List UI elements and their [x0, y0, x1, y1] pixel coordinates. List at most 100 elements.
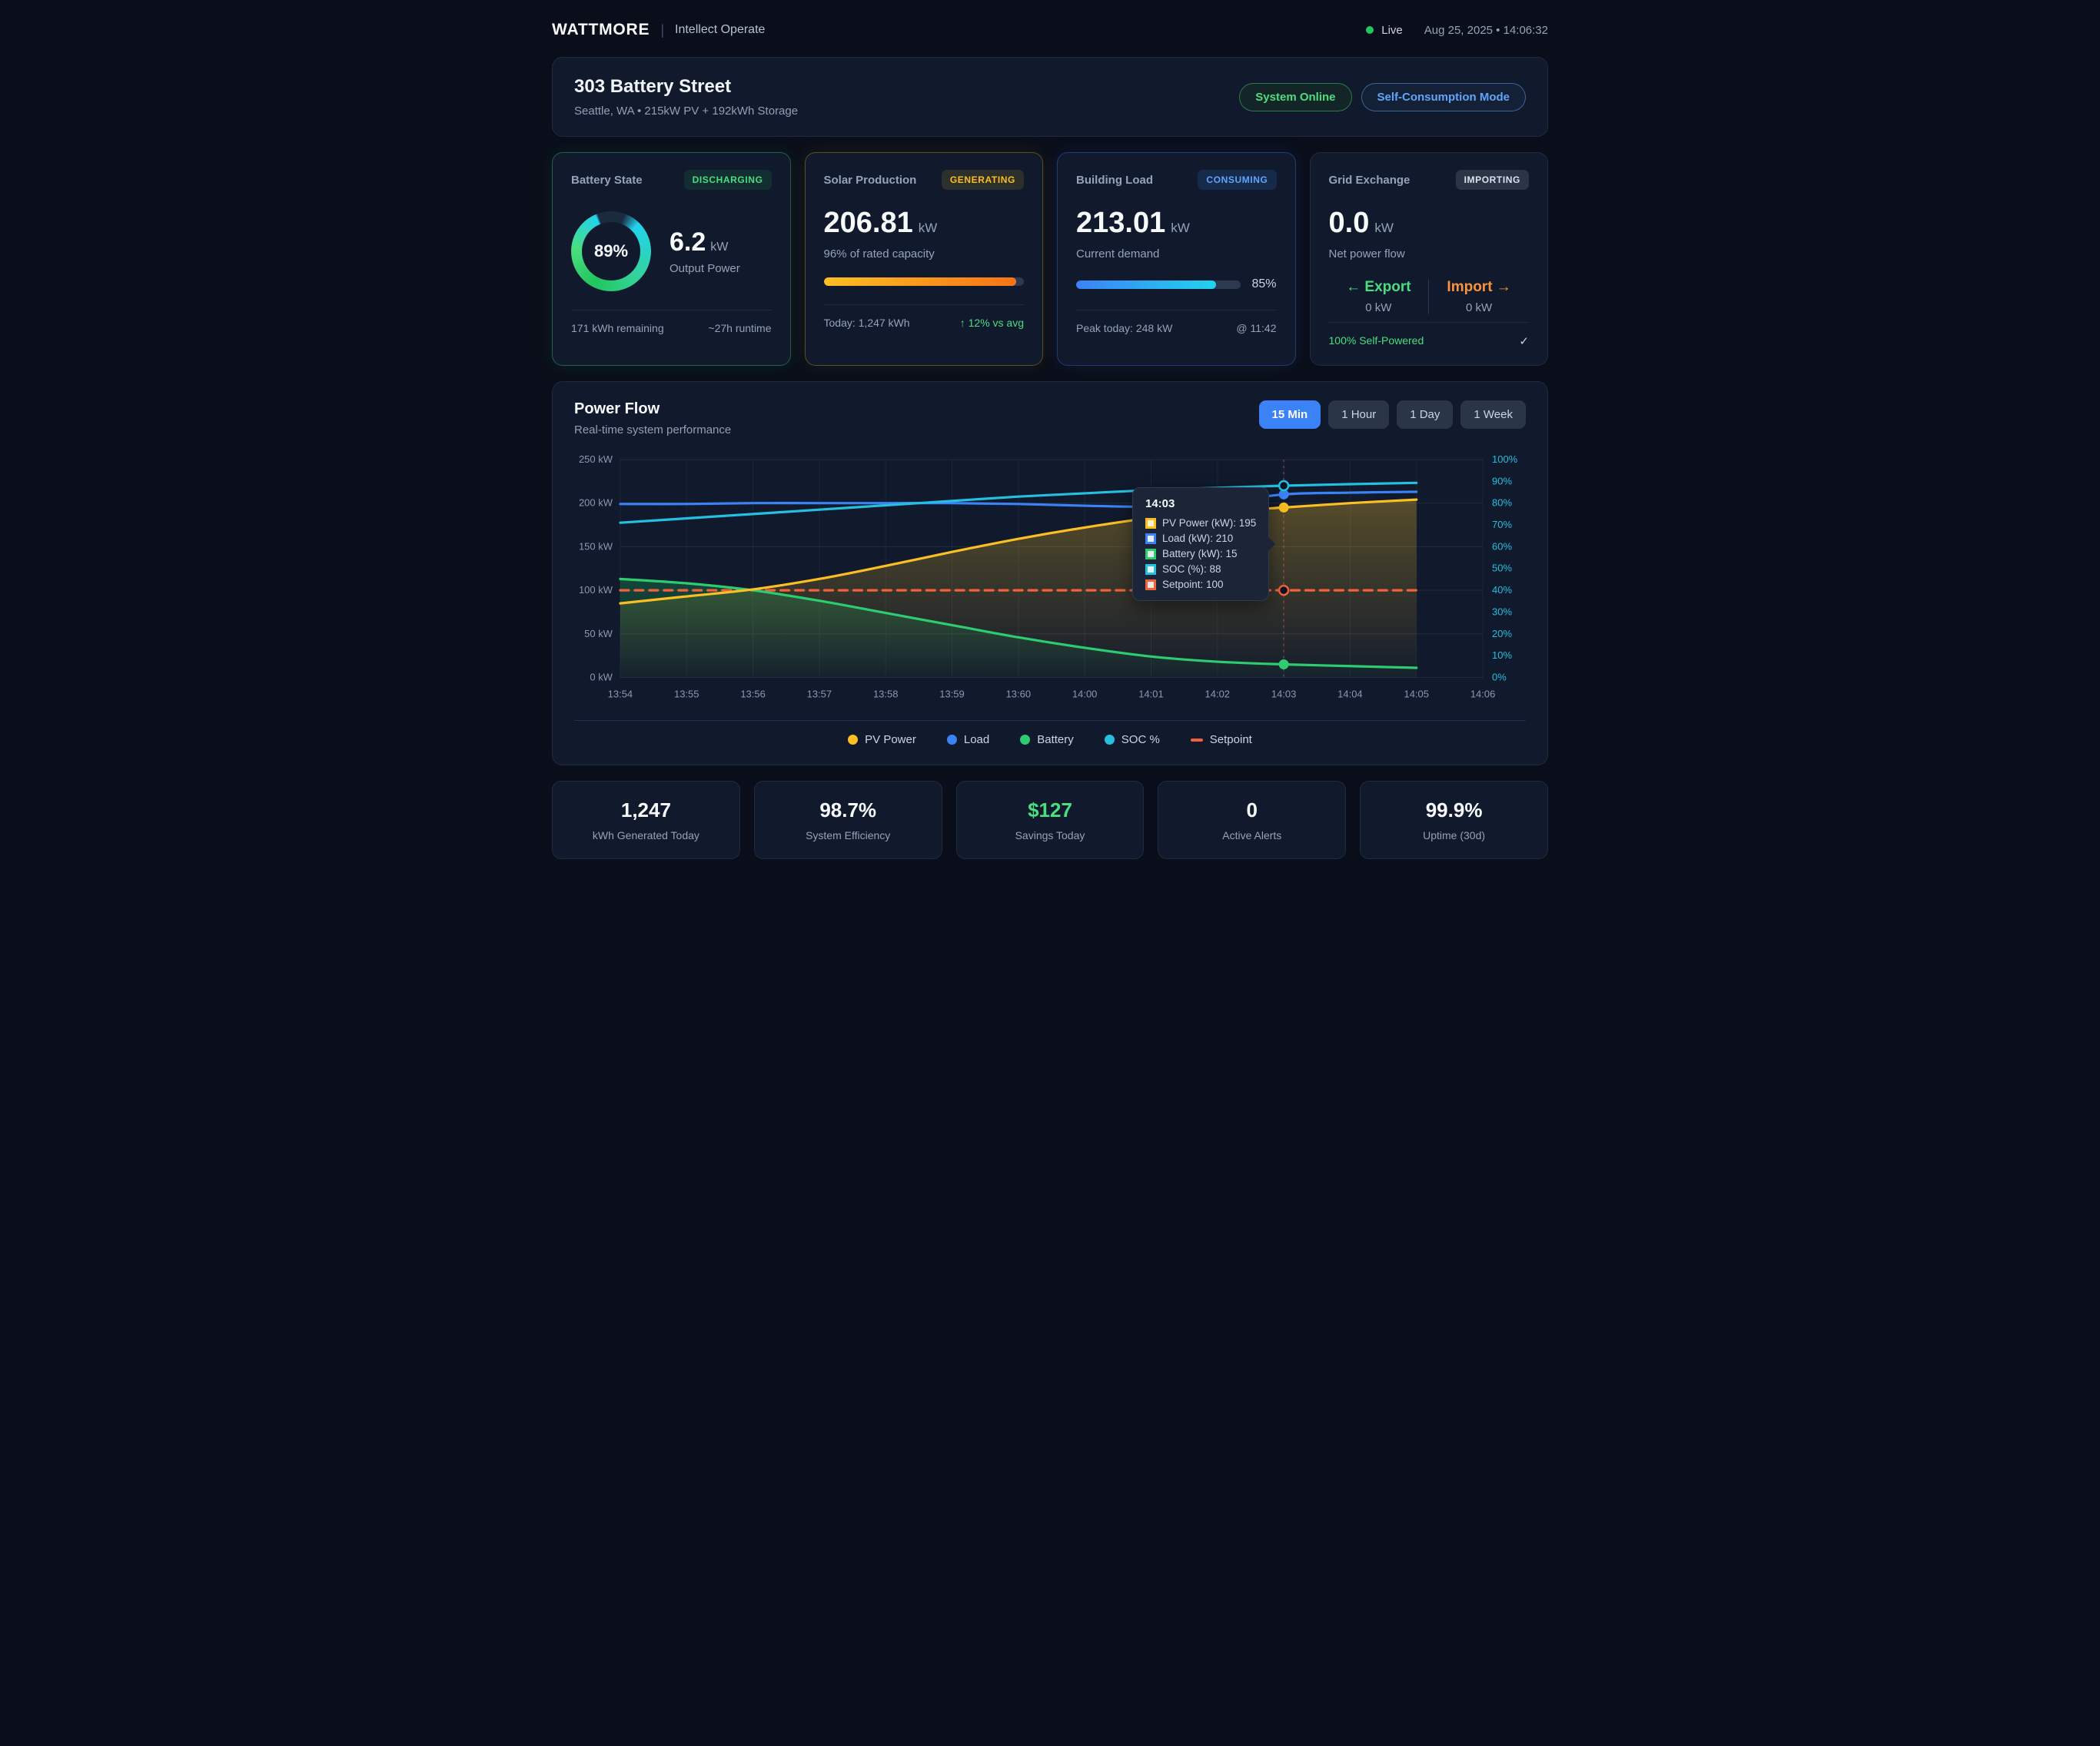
card-divider — [824, 304, 1025, 305]
solar-card-title: Solar Production — [824, 174, 917, 187]
battery-soc-percent: 89% — [594, 241, 628, 261]
grid-net-label: Net power flow — [1329, 247, 1530, 261]
site-name: 303 Battery Street — [574, 76, 798, 98]
battery-runtime: ~27h runtime — [708, 322, 771, 334]
svg-text:13:55: 13:55 — [674, 688, 699, 699]
power-flow-chart[interactable]: 0 kW50 kW100 kW150 kW200 kW250 kW0%10%20… — [574, 449, 1526, 709]
building-card-title: Building Load — [1076, 174, 1153, 187]
battery-state-card: Battery State DISCHARGING 89% 6.2kW Outp… — [552, 152, 791, 366]
tooltip-time: 14:03 — [1145, 497, 1256, 510]
battery-remaining: 171 kWh remaining — [571, 322, 664, 334]
legend-setpoint: Setpoint — [1191, 733, 1252, 746]
building-peak-time: @ 11:42 — [1236, 322, 1276, 334]
svg-text:100%: 100% — [1492, 453, 1518, 465]
svg-text:13:59: 13:59 — [939, 688, 964, 699]
header-datetime: Aug 25, 2025 • 14:06:32 — [1424, 24, 1548, 37]
svg-text:150 kW: 150 kW — [579, 540, 613, 552]
svg-text:70%: 70% — [1492, 519, 1512, 530]
grid-card-title: Grid Exchange — [1329, 174, 1411, 187]
grid-import-block: Import → 0 kW — [1428, 279, 1529, 314]
card-divider — [1329, 322, 1530, 323]
chart-legend: PV Power Load Battery SOC % Setpoint — [574, 720, 1526, 746]
svg-text:14:03: 14:03 — [1271, 688, 1296, 699]
range-button-15min[interactable]: 15 Min — [1259, 400, 1321, 429]
pv-power-dot-icon — [848, 735, 858, 745]
grid-export-value: 0 kW — [1329, 301, 1429, 314]
product-name: Intellect Operate — [675, 23, 765, 37]
grid-import-value: 0 kW — [1429, 301, 1529, 314]
svg-text:13:57: 13:57 — [807, 688, 832, 699]
tooltip-pv-swatch — [1145, 518, 1156, 529]
site-status-pills: System Online Self-Consumption Mode — [1239, 83, 1526, 111]
building-load-value: 213.01kW — [1076, 207, 1277, 240]
range-button-1day[interactable]: 1 Day — [1397, 400, 1453, 429]
svg-text:0 kW: 0 kW — [590, 672, 613, 683]
grid-export-label: ← Export — [1329, 279, 1429, 296]
solar-progress-track — [824, 277, 1025, 286]
solar-capacity-label: 96% of rated capacity — [824, 247, 1025, 261]
stat-savings-today: $127 Savings Today — [956, 781, 1145, 859]
stat-active-alerts: 0 Active Alerts — [1158, 781, 1346, 859]
svg-text:80%: 80% — [1492, 497, 1512, 509]
solar-status-badge: GENERATING — [942, 170, 1024, 190]
site-banner: 303 Battery Street Seattle, WA • 215kW P… — [552, 57, 1548, 137]
tooltip-setpoint-swatch — [1145, 579, 1156, 590]
top-bar: WATTMORE | Intellect Operate Live Aug 25… — [552, 12, 1548, 48]
svg-text:40%: 40% — [1492, 584, 1512, 596]
grid-export-block: ← Export 0 kW — [1329, 279, 1429, 314]
tooltip-battery-swatch — [1145, 549, 1156, 559]
check-icon: ✓ — [1519, 334, 1529, 348]
svg-text:14:05: 14:05 — [1404, 688, 1429, 699]
battery-output-value: 6.2kW — [670, 227, 740, 257]
svg-text:13:56: 13:56 — [740, 688, 765, 699]
svg-text:13:54: 13:54 — [608, 688, 633, 699]
load-progress-track — [1076, 280, 1241, 289]
header-status: Live Aug 25, 2025 • 14:06:32 — [1366, 24, 1548, 37]
svg-text:13:58: 13:58 — [873, 688, 898, 699]
site-details: Seattle, WA • 215kW PV + 192kWh Storage — [574, 105, 798, 118]
time-range-selector: 15 Min 1 Hour 1 Day 1 Week — [1259, 400, 1527, 429]
site-info: 303 Battery Street Seattle, WA • 215kW P… — [574, 76, 798, 118]
power-flow-card: Power Flow Real-time system performance … — [552, 381, 1548, 765]
svg-text:50%: 50% — [1492, 563, 1512, 574]
load-progress-fill — [1076, 280, 1216, 289]
svg-text:30%: 30% — [1492, 606, 1512, 617]
app-logo: WATTMORE — [552, 21, 650, 39]
stat-uptime: 99.9% Uptime (30d) — [1360, 781, 1548, 859]
grid-exchange-card: Grid Exchange IMPORTING 0.0kW Net power … — [1310, 152, 1549, 366]
load-dot-icon — [947, 735, 957, 745]
solar-power-value: 206.81kW — [824, 207, 1025, 240]
svg-text:14:02: 14:02 — [1205, 688, 1230, 699]
legend-battery: Battery — [1020, 733, 1074, 746]
tooltip-soc-swatch — [1145, 564, 1156, 575]
svg-text:14:00: 14:00 — [1072, 688, 1097, 699]
solar-production-card: Solar Production GENERATING 206.81kW 96%… — [805, 152, 1044, 366]
system-online-badge: System Online — [1239, 83, 1351, 111]
power-flow-chart-area[interactable]: 0 kW50 kW100 kW150 kW200 kW250 kW0%10%20… — [574, 449, 1526, 709]
svg-text:14:04: 14:04 — [1337, 688, 1362, 699]
dashboard-page: WATTMORE | Intellect Operate Live Aug 25… — [525, 0, 1575, 881]
legend-pv-power: PV Power — [848, 733, 916, 746]
svg-text:50 kW: 50 kW — [584, 628, 613, 639]
building-demand-label: Current demand — [1076, 247, 1277, 261]
svg-text:100 kW: 100 kW — [579, 584, 613, 596]
battery-card-title: Battery State — [571, 174, 643, 187]
svg-text:250 kW: 250 kW — [579, 453, 613, 465]
soc-dot-icon — [1105, 735, 1115, 745]
grid-status-badge: IMPORTING — [1456, 170, 1529, 190]
legend-load: Load — [947, 733, 989, 746]
stat-system-efficiency: 98.7% System Efficiency — [754, 781, 942, 859]
svg-text:90%: 90% — [1492, 475, 1512, 486]
battery-dot-icon — [1020, 735, 1030, 745]
building-status-badge: CONSUMING — [1198, 170, 1276, 190]
solar-progress-fill — [824, 277, 1016, 286]
legend-soc: SOC % — [1105, 733, 1160, 746]
range-button-1hour[interactable]: 1 Hour — [1328, 400, 1389, 429]
range-button-1week[interactable]: 1 Week — [1460, 400, 1526, 429]
grid-net-value: 0.0kW — [1329, 207, 1530, 240]
chart-tooltip: 14:03 PV Power (kW): 195 Load (kW): 210 … — [1132, 487, 1269, 601]
summary-stats-row: 1,247 kWh Generated Today 98.7% System E… — [552, 781, 1548, 859]
svg-text:20%: 20% — [1492, 628, 1512, 639]
svg-text:200 kW: 200 kW — [579, 497, 613, 509]
self-consumption-mode-badge[interactable]: Self-Consumption Mode — [1361, 83, 1527, 111]
